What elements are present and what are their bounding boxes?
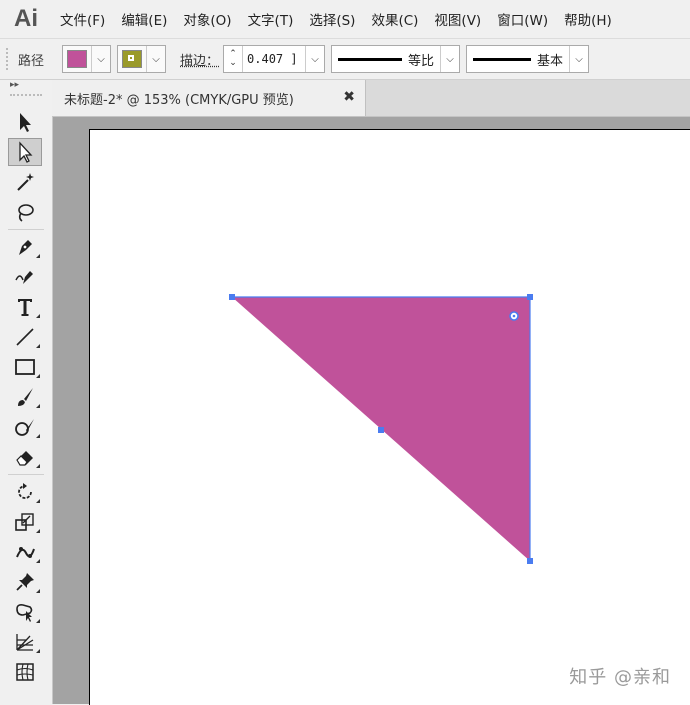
paintbrush-tool[interactable] [8,383,42,411]
document-tab[interactable]: 未标题-2* @ 153% (CMYK/GPU 预览) ✖ [52,80,366,116]
chevron-down-icon[interactable]: ⌵ [305,46,324,72]
document-tab-title: 未标题-2* @ 153% (CMYK/GPU 预览) [64,92,294,108]
lasso-tool[interactable] [8,198,42,226]
artwork-layer [229,294,533,564]
menu-edit[interactable]: 编辑(E) [113,0,175,38]
chevron-down-icon[interactable]: ⌵ [91,46,110,72]
menu-bar: Ai 文件(F) 编辑(E) 对象(O) 文字(T) 选择(S) 效果(C) 视… [0,0,690,39]
type-icon [18,299,32,316]
pen-icon [19,240,32,255]
scale-tool[interactable] [8,508,42,536]
fill-swatch[interactable] [67,50,88,68]
profile-label: 等比 [408,53,435,69]
lasso-icon [18,204,34,222]
menu-file[interactable]: 文件(F) [52,0,113,38]
perspective-grid-icon [16,634,34,651]
menu-type[interactable]: 文字(T) [240,0,302,38]
shaper-tool[interactable] [8,413,42,441]
pen-tool[interactable] [8,233,42,261]
direct-selection-tool[interactable] [8,138,42,166]
chevron-down-icon[interactable]: ⌵ [440,46,459,72]
magic-wand-tool[interactable] [8,168,42,196]
rotate-tool[interactable] [8,478,42,506]
scale-icon [15,513,34,531]
toolbox-collapse[interactable]: ▸▸ [0,80,52,94]
selection-tool[interactable] [8,108,42,136]
stroke-weight-value[interactable]: 0.407 ] [243,52,305,66]
eraser-icon [16,451,33,466]
stroke-label[interactable]: 描边： [180,50,219,69]
menu-object[interactable]: 对象(O) [175,0,239,38]
selection-arrow-icon [20,113,31,132]
curvature-pen-icon [15,271,33,284]
pin-icon [16,573,34,591]
type-tool[interactable] [8,293,42,321]
chevron-down-icon[interactable]: ⌵ [146,46,165,72]
canvas-workspace[interactable]: 知乎 @亲和 [53,117,690,705]
stroke-weight-field[interactable]: ⌃ ⌄ 0.407 ] ⌵ [223,45,326,73]
rectangle-icon [15,359,35,375]
mesh-icon [16,663,34,681]
puppet-warp-icon [16,547,35,558]
brush-label: 基本 [537,53,564,69]
variable-width-profile[interactable]: 等比 ⌵ [331,45,461,73]
curvature-tool[interactable] [8,263,42,291]
brush-definition[interactable]: 基本 ⌵ [466,45,590,73]
center-point[interactable] [378,427,384,433]
app-logo: Ai [14,5,38,32]
stroke-stepper[interactable]: ⌃ ⌄ [224,46,244,72]
watermark: 知乎 @亲和 [569,667,671,688]
control-bar: 路径 ⌵ ⌵ 描边： ⌃ ⌄ 0.407 ] ⌵ 等比 ⌵ 基本 ⌵ [0,39,690,80]
free-transform-tool[interactable] [8,598,42,626]
selection-type-label: 路径 [6,48,56,70]
puppet-warp-tool[interactable] [8,538,42,566]
stroke-swatch[interactable] [122,50,143,68]
magic-wand-icon [17,173,34,191]
fill-color-picker[interactable]: ⌵ [62,45,112,73]
pin-tool[interactable] [8,568,42,596]
document-tab-strip: 未标题-2* @ 153% (CMYK/GPU 预览) ✖ [52,80,690,117]
menu-effect[interactable]: 效果(C) [363,0,426,38]
menu-select[interactable]: 选择(S) [301,0,363,38]
direct-selection-arrow-icon [19,141,33,163]
free-transform-icon [16,604,33,622]
anchor-point-top-left[interactable] [229,294,235,300]
anchor-point-top-right[interactable] [527,294,533,300]
menu-window[interactable]: 窗口(W) [489,0,556,38]
menu-view[interactable]: 视图(V) [426,0,489,38]
stroke-color-picker[interactable]: ⌵ [117,45,167,73]
line-segment-tool[interactable] [8,323,42,351]
artboard[interactable]: 知乎 @亲和 [89,129,690,705]
brush-line-sample [473,57,532,61]
mesh-tool[interactable] [8,658,42,686]
rotate-icon [18,483,32,499]
perspective-grid-tool[interactable] [8,628,42,656]
eraser-tool[interactable] [8,443,42,471]
live-corner-widget-dot [512,314,516,318]
toolbox: ▸▸ [0,80,53,704]
toolbox-grip[interactable] [10,94,42,102]
rectangle-tool[interactable] [8,353,42,381]
paintbrush-icon [18,388,33,406]
profile-line-sample [338,57,403,61]
shaper-icon [15,419,34,436]
line-segment-icon [16,328,34,346]
close-icon[interactable]: ✖ [343,89,355,105]
menu-help[interactable]: 帮助(H) [556,0,620,38]
chevron-down-icon[interactable]: ⌵ [569,46,588,72]
anchor-point-bottom-right[interactable] [527,558,533,564]
